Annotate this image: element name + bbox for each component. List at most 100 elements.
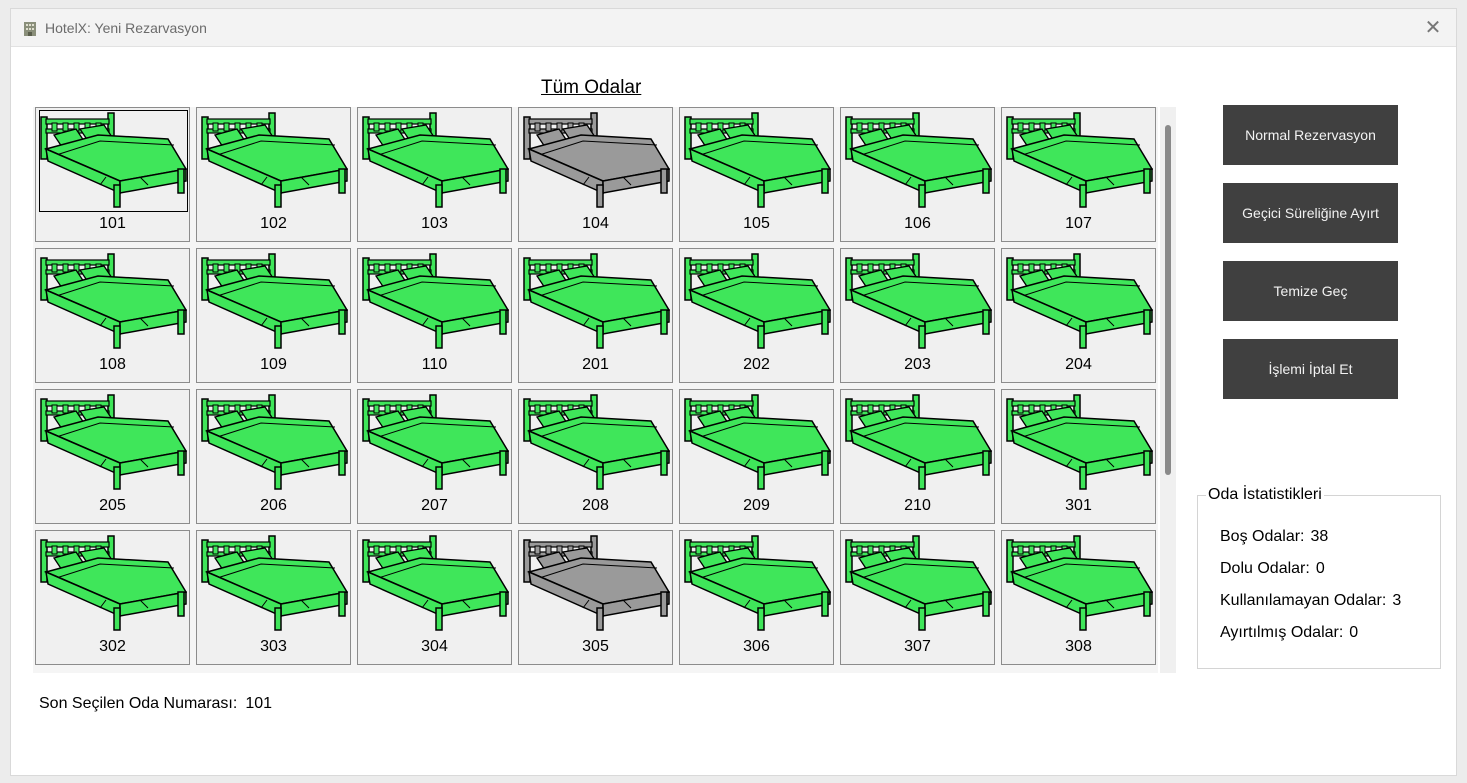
bed-icon: [39, 110, 188, 212]
bed-icon: [845, 252, 992, 352]
bed-icon: [1006, 534, 1153, 634]
bed-icon: [201, 393, 348, 493]
room-tile[interactable]: 206: [196, 389, 351, 524]
room-tile[interactable]: 108: [35, 248, 190, 383]
room-tile[interactable]: 308: [1001, 530, 1156, 665]
room-tile[interactable]: 203: [840, 248, 995, 383]
last-selected-label: Son Seçilen Oda Numarası:: [39, 695, 238, 712]
temporary-reserve-button[interactable]: Geçici Süreliğine Ayırt: [1223, 183, 1398, 243]
bed-icon: [523, 252, 670, 352]
room-tile[interactable]: 101: [35, 107, 190, 242]
bed-icon: [362, 393, 509, 493]
stat-empty-label: Boş Odalar:: [1220, 528, 1305, 545]
room-number: 108: [99, 356, 126, 373]
bed-icon: [684, 252, 831, 352]
room-tile[interactable]: 307: [840, 530, 995, 665]
room-tile[interactable]: 110: [357, 248, 512, 383]
room-number: 109: [260, 356, 287, 373]
room-tile[interactable]: 306: [679, 530, 834, 665]
close-icon[interactable]: ✕: [1422, 17, 1444, 39]
bed-icon: [845, 393, 992, 493]
title-bar: HotelX: Yeni Rezarvasyon ✕: [11, 9, 1456, 47]
room-number: 207: [421, 497, 448, 514]
room-tile[interactable]: 103: [357, 107, 512, 242]
bed-icon: [523, 393, 670, 493]
bed-icon: [845, 534, 992, 634]
room-tile[interactable]: 109: [196, 248, 351, 383]
room-number: 302: [99, 638, 126, 655]
room-tile[interactable]: 107: [1001, 107, 1156, 242]
bed-icon: [362, 111, 509, 211]
room-grid-scrollbar[interactable]: [1160, 107, 1176, 673]
room-number: 205: [99, 497, 126, 514]
bed-icon: [1006, 111, 1153, 211]
room-tile[interactable]: 303: [196, 530, 351, 665]
room-number: 103: [421, 215, 448, 232]
room-number: 104: [582, 215, 609, 232]
room-tile[interactable]: 102: [196, 107, 351, 242]
bed-icon: [684, 111, 831, 211]
bed-icon: [523, 534, 670, 634]
room-tile[interactable]: 209: [679, 389, 834, 524]
room-number: 209: [743, 497, 770, 514]
bed-icon: [845, 111, 992, 211]
room-number: 107: [1065, 215, 1092, 232]
stat-reserved: Ayırtılmış Odalar: 0: [1220, 624, 1358, 642]
normal-reservation-button[interactable]: Normal Rezervasyon: [1223, 105, 1398, 165]
cancel-operation-button[interactable]: İşlemi İptal Et: [1223, 339, 1398, 399]
room-number: 204: [1065, 356, 1092, 373]
room-tile[interactable]: 205: [35, 389, 190, 524]
bed-icon: [201, 534, 348, 634]
stat-occupied-value: 0: [1315, 560, 1325, 577]
room-number: 210: [904, 497, 931, 514]
stat-reserved-value: 0: [1349, 624, 1359, 641]
scrollbar-thumb[interactable]: [1165, 125, 1171, 475]
room-number: 206: [260, 497, 287, 514]
bed-icon: [1006, 393, 1153, 493]
room-number: 307: [904, 638, 931, 655]
stat-unusable-value: 3: [1392, 592, 1402, 609]
room-number: 102: [260, 215, 287, 232]
room-tile[interactable]: 106: [840, 107, 995, 242]
last-selected-room: Son Seçilen Oda Numarası: 101: [39, 695, 272, 713]
room-number: 203: [904, 356, 931, 373]
room-tile[interactable]: 204: [1001, 248, 1156, 383]
stat-occupied: Dolu Odalar: 0: [1220, 560, 1325, 578]
room-number: 305: [582, 638, 609, 655]
room-stats-panel: Oda İstatistikleri Boş Odalar: 38 Dolu Od…: [1197, 486, 1441, 669]
room-grid: 101 102 103 104 105 106 107 108 109 110 201 202 203 2…: [33, 107, 1158, 673]
room-number: 110: [421, 356, 448, 373]
room-number: 306: [743, 638, 770, 655]
bed-icon: [362, 534, 509, 634]
room-number: 301: [1065, 497, 1092, 514]
stat-unusable-label: Kullanılamayan Odalar:: [1220, 592, 1387, 609]
bed-icon: [684, 393, 831, 493]
app-window: HotelX: Yeni Rezarvasyon ✕ Tüm Odalar 10…: [10, 8, 1457, 776]
bed-icon: [201, 111, 348, 211]
bed-icon: [523, 111, 670, 211]
room-tile[interactable]: 201: [518, 248, 673, 383]
room-tile[interactable]: 105: [679, 107, 834, 242]
bed-icon: [362, 252, 509, 352]
room-tile[interactable]: 302: [35, 530, 190, 665]
room-number: 106: [904, 215, 931, 232]
room-tile[interactable]: 305: [518, 530, 673, 665]
bed-icon: [40, 393, 187, 493]
room-number: 308: [1065, 638, 1092, 655]
stat-unusable: Kullanılamayan Odalar: 3: [1220, 592, 1401, 610]
room-tile[interactable]: 208: [518, 389, 673, 524]
stat-empty-value: 38: [1310, 528, 1329, 545]
room-tile[interactable]: 210: [840, 389, 995, 524]
room-tile[interactable]: 207: [357, 389, 512, 524]
room-number: 208: [582, 497, 609, 514]
room-number: 202: [743, 356, 770, 373]
bed-icon: [1006, 252, 1153, 352]
mark-clean-button[interactable]: Temize Geç: [1223, 261, 1398, 321]
room-tile[interactable]: 202: [679, 248, 834, 383]
last-selected-value: 101: [245, 695, 273, 712]
room-tile[interactable]: 304: [357, 530, 512, 665]
room-tile[interactable]: 104: [518, 107, 673, 242]
bed-icon: [684, 534, 831, 634]
room-tile[interactable]: 301: [1001, 389, 1156, 524]
window-title: HotelX: Yeni Rezarvasyon: [45, 20, 207, 36]
